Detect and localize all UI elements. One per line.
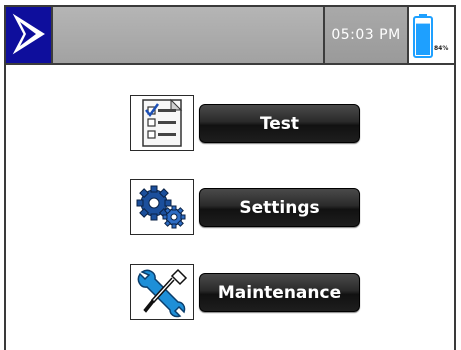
wrench-screwdriver-icon xyxy=(135,267,189,318)
battery-percent: 84% xyxy=(434,45,449,52)
menu-item-settings: Settings xyxy=(130,179,362,235)
chevron-right-logo-icon xyxy=(12,13,45,55)
status-bar: 05:03 PM 84% xyxy=(6,7,454,65)
menu-item-test: Test xyxy=(130,95,362,151)
test-button[interactable]: Test xyxy=(199,104,360,143)
gears-icon xyxy=(136,185,186,229)
clock-time: 05:03 PM xyxy=(331,27,401,43)
device-screen: 05:03 PM 84% Test Settings Maintenance xyxy=(4,5,456,350)
settings-button[interactable]: Settings xyxy=(199,188,360,227)
battery-icon xyxy=(413,14,433,58)
settings-icon-frame[interactable] xyxy=(130,179,194,235)
clock: 05:03 PM xyxy=(323,7,409,63)
home-logo-button[interactable] xyxy=(6,7,53,63)
menu-item-maintenance: Maintenance xyxy=(130,264,362,320)
maintenance-button[interactable]: Maintenance xyxy=(199,273,360,312)
battery-indicator: 84% xyxy=(409,7,454,63)
maintenance-icon-frame[interactable] xyxy=(130,264,194,320)
test-icon-frame[interactable] xyxy=(130,95,194,151)
checklist-icon xyxy=(142,98,183,147)
